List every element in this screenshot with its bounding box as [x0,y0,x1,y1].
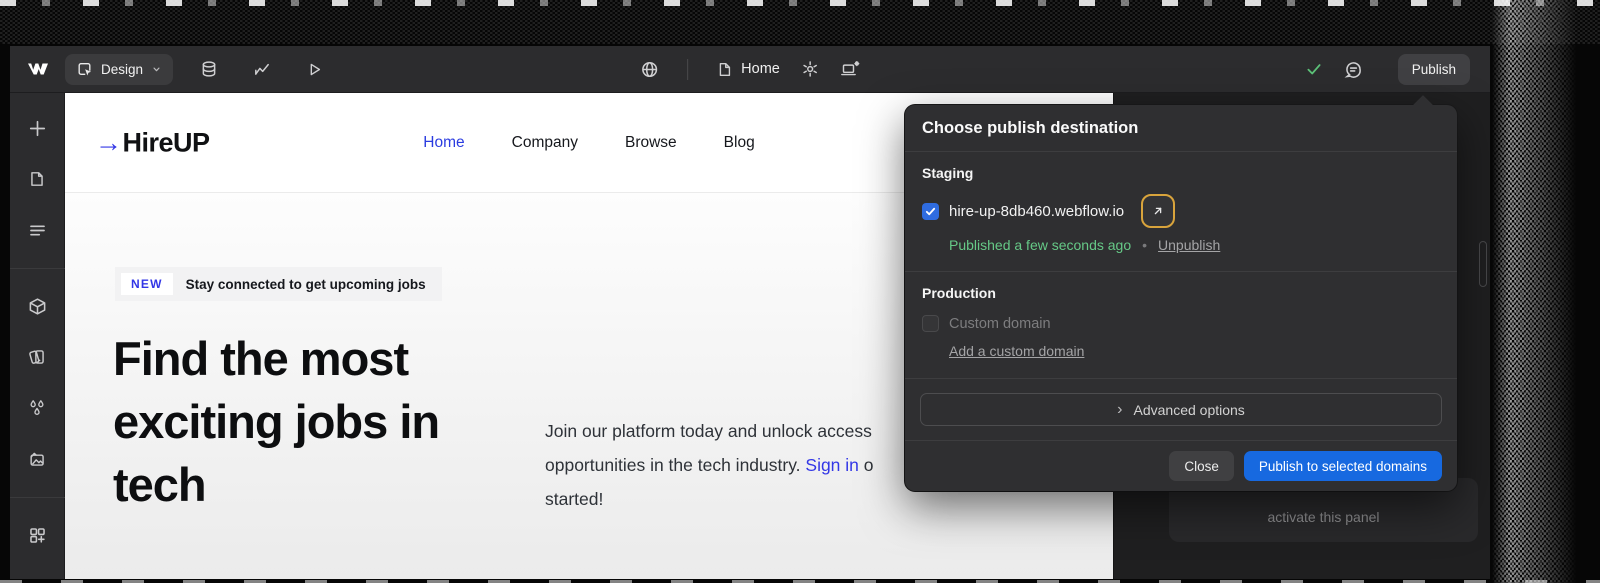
publish-button[interactable]: Publish [1397,53,1470,85]
publish-popup-header: Choose publish destination [905,105,1457,152]
staging-checkbox[interactable] [922,202,939,220]
site-nav-browse[interactable]: Browse [625,134,677,152]
variables-drops-icon [28,399,46,417]
production-label: Production [922,285,996,301]
advanced-options-zone: › Advanced options [905,379,1457,441]
designer-toolbar: Design Home Publish [10,46,1490,93]
mode-label: Design [101,61,144,77]
sidebar-item-pages[interactable] [22,164,52,194]
toolbar-left-icons [200,60,323,78]
sidebar-item-components[interactable] [22,291,52,321]
webflow-logo[interactable] [10,62,65,76]
site-logo-text: HireUP [122,127,211,157]
custom-domain-checkbox [922,315,939,332]
plus-icon [28,119,47,138]
toolbar-right: Publish [1305,53,1490,85]
design-cursor-icon [76,61,93,78]
staging-domain-row: hire-up-8db460.webflow.io [922,194,1440,228]
hero-heading: Find the most exciting jobs in tech [113,332,440,511]
custom-domain-label: Custom domain [949,315,1051,332]
hero-paragraph-line1: Join our platform today and unlock acces… [545,421,872,441]
assets-image-icon [28,450,46,468]
screenshot-torn-border-right [1492,0,1600,583]
sidebar-item-style-manager[interactable] [22,342,52,372]
custom-domain-row: Custom domain [922,315,1440,332]
staging-status: Published a few seconds ago [949,237,1132,253]
site-nav-blog[interactable]: Blog [724,134,755,152]
sidebar-divider [10,497,65,498]
site-nav-home[interactable]: Home [423,134,464,152]
components-cube-icon [28,297,47,316]
toolbar-divider [687,58,689,80]
style-swatches-icon [28,348,46,366]
chevron-right-icon: › [1117,400,1123,418]
production-section: Production Custom domain Add a custom do… [905,272,1457,379]
panel-hint-text: activate this panel [1267,509,1380,525]
toolbar-center: Home [640,46,860,92]
chevron-down-icon [151,64,162,75]
pages-icon [28,170,46,188]
open-staging-site-button[interactable] [1141,194,1176,228]
sign-in-link[interactable]: Sign in [805,455,859,475]
staging-domain: hire-up-8db460.webflow.io [949,202,1125,220]
sidebar-item-navigator[interactable] [22,215,52,245]
apps-grid-icon [28,526,47,545]
webflow-logo-icon [27,63,48,75]
site-nav-links: Home Company Browse Blog [423,134,754,152]
page-switcher[interactable]: Home [716,61,780,78]
hero-paragraph-line2: opportunities in the tech industry. Sign… [545,448,874,482]
sidebar-item-variables[interactable] [22,393,52,423]
new-badge: NEW Stay connected to get upcoming jobs [115,267,442,301]
publish-popup: Choose publish destination Staging hire-… [905,105,1457,491]
localization-globe-icon[interactable] [640,60,659,79]
sidebar-item-add-element[interactable] [22,113,52,143]
unpublish-link[interactable]: Unpublish [1158,237,1220,253]
breakpoint-icon[interactable] [840,60,860,78]
mode-dropdown[interactable]: Design [65,53,174,85]
site-logo[interactable]: → HireUP [95,127,210,158]
publish-popup-footer: Close Publish to selected domains [905,441,1457,491]
analytics-icon[interactable] [253,60,271,78]
sidebar-item-assets[interactable] [22,444,52,474]
page-settings-icon[interactable] [801,60,819,78]
publish-popup-title: Choose publish destination [922,118,1139,137]
add-custom-domain-link[interactable]: Add a custom domain [949,343,1084,359]
hero-paragraph: Join our platform today and unlock acces… [545,414,874,516]
staging-label: Staging [922,165,974,181]
sidebar-divider [10,268,65,269]
staging-status-row: Published a few seconds ago • Unpublish [949,237,1440,253]
saved-check-icon [1305,60,1323,78]
hero-paragraph-line2-pre: opportunities in the tech industry. [545,455,806,475]
site-nav-company[interactable]: Company [512,134,578,152]
publish-to-selected-domains-button[interactable]: Publish to selected domains [1243,451,1442,481]
logo-arrow-icon: → [95,127,122,157]
status-bullet: • [1142,237,1148,253]
navigator-icon [28,221,47,240]
staging-section: Staging hire-up-8db460.webflow.io Publis… [905,152,1457,272]
cms-icon[interactable] [200,60,218,78]
checkbox-check-icon [925,206,936,217]
current-page-name: Home [741,61,780,77]
preview-icon[interactable] [306,61,323,78]
sidebar-item-apps[interactable] [22,520,52,550]
arrow-up-right-icon [1151,204,1165,218]
new-badge-tag: NEW [121,273,173,295]
hero-paragraph-line2-post: o [858,455,874,475]
panel-scrollbar-thumb[interactable] [1479,241,1487,287]
screenshot-torn-border-top [0,0,1600,44]
advanced-options-label: Advanced options [1133,401,1245,418]
hero-paragraph-line3: started! [545,489,604,509]
close-button[interactable]: Close [1169,451,1234,481]
new-badge-text: Stay connected to get upcoming jobs [185,276,426,292]
webflow-designer-window: Design Home Publish → HireUP Home Compan… [10,46,1490,579]
advanced-options-button[interactable]: › Advanced options [920,393,1442,426]
comments-icon[interactable] [1344,60,1363,79]
page-icon [716,61,733,78]
designer-left-sidebar [10,93,65,579]
